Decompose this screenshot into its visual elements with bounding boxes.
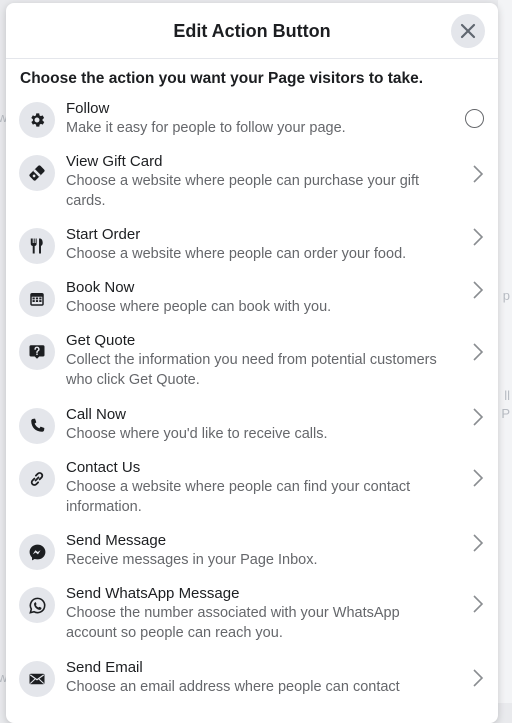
action-list: Follow Make it easy for people to follow… — [6, 99, 498, 711]
action-description: Choose where you'd like to receive calls… — [66, 426, 328, 442]
action-icon-wrap — [19, 281, 55, 317]
envelope-icon — [29, 673, 45, 685]
action-label: Get Quote — [66, 332, 136, 349]
action-icon-wrap — [19, 408, 55, 444]
action-text: View Gift Card Choose a website where pe… — [66, 152, 484, 211]
action-description: Receive messages in your Page Inbox. — [66, 552, 318, 568]
action-label: Send Message — [66, 532, 167, 549]
action-text: Send Message Receive messages in your Pa… — [66, 531, 484, 570]
background-fragment: p — [502, 288, 510, 303]
action-label: Book Now — [66, 279, 135, 296]
action-label: Send Email — [66, 659, 143, 676]
gear-icon — [31, 113, 45, 127]
action-icon-wrap — [19, 461, 55, 497]
action-label: View Gift Card — [66, 153, 163, 170]
action-text: Send Email Choose an email address where… — [66, 658, 484, 697]
calendar-icon — [30, 293, 44, 306]
action-icon-wrap — [19, 334, 55, 370]
follow-radio[interactable] — [465, 109, 484, 128]
action-text: Book Now Choose where people can book wi… — [66, 278, 484, 317]
close-button[interactable] — [451, 14, 485, 48]
whatsapp-icon — [28, 597, 45, 614]
chevron-right-icon — [473, 228, 484, 246]
action-label: Follow — [66, 100, 110, 117]
chevron-right-icon — [473, 281, 484, 299]
edit-action-button-dialog: Edit Action Button Choose the action you… — [6, 3, 498, 723]
action-description: Choose a website where people can purcha… — [66, 173, 420, 209]
action-icon-wrap — [19, 102, 55, 138]
action-description: Make it easy for people to follow your p… — [66, 120, 346, 136]
action-icon-wrap — [19, 228, 55, 264]
question-bubble-icon — [29, 345, 45, 359]
chevron-right-icon — [473, 165, 484, 183]
action-item-book-now[interactable]: Book Now Choose where people can book wi… — [19, 278, 484, 331]
messenger-icon — [29, 544, 45, 560]
action-item-follow[interactable]: Follow Make it easy for people to follow… — [19, 99, 484, 152]
action-description: Choose a website where people can order … — [66, 246, 407, 262]
action-description: Collect the information you need from po… — [66, 352, 437, 388]
action-text: Get Quote Collect the information you ne… — [66, 331, 484, 390]
dialog-subtitle: Choose the action you want your Page vis… — [20, 70, 424, 87]
link-icon — [30, 472, 44, 486]
action-text: Call Now Choose where you'd like to rece… — [66, 405, 484, 444]
action-item-start-order[interactable]: Start Order Choose a website where peopl… — [19, 225, 484, 278]
action-text: Send WhatsApp Message Choose the number … — [66, 584, 484, 643]
action-description: Choose the number associated with your W… — [66, 605, 400, 641]
action-text: Start Order Choose a website where peopl… — [66, 225, 484, 264]
chevron-right-icon — [473, 534, 484, 552]
action-description: Choose where people can book with you. — [66, 299, 332, 315]
action-item-view-gift-card[interactable]: View Gift Card Choose a website where pe… — [19, 152, 484, 225]
background-page-right — [498, 0, 512, 703]
action-icon-wrap — [19, 587, 55, 623]
chevron-right-icon — [473, 669, 484, 687]
chevron-right-icon — [473, 595, 484, 613]
action-label: Call Now — [66, 406, 127, 423]
background-fragment: ll — [504, 388, 510, 403]
action-item-get-quote[interactable]: Get Quote Collect the information you ne… — [19, 331, 484, 405]
action-icon-wrap — [19, 155, 55, 191]
action-item-call-now[interactable]: Call Now Choose where you'd like to rece… — [19, 405, 484, 458]
dialog-title: Edit Action Button — [173, 21, 331, 41]
action-item-send-whatsapp-message[interactable]: Send WhatsApp Message Choose the number … — [19, 584, 484, 658]
action-icon-wrap — [19, 661, 55, 697]
action-description: Choose a website where people can find y… — [66, 479, 411, 515]
background-fragment: P — [501, 406, 510, 421]
action-item-send-email[interactable]: Send Email Choose an email address where… — [19, 658, 484, 711]
action-label: Start Order — [66, 226, 141, 243]
chevron-right-icon — [473, 469, 484, 487]
action-item-contact-us[interactable]: Contact Us Choose a website where people… — [19, 458, 484, 531]
action-text: Follow Make it easy for people to follow… — [66, 99, 484, 138]
action-icon-wrap — [19, 534, 55, 570]
action-label: Contact Us — [66, 459, 141, 476]
chevron-right-icon — [473, 408, 484, 426]
action-text: Contact Us Choose a website where people… — [66, 458, 484, 517]
action-item-send-message[interactable]: Send Message Receive messages in your Pa… — [19, 531, 484, 584]
dialog-header: Edit Action Button — [6, 3, 498, 59]
phone-icon — [31, 418, 45, 432]
action-description: Choose an email address where people can… — [66, 679, 400, 695]
chevron-right-icon — [473, 343, 484, 361]
gift-card-icon — [29, 165, 45, 181]
close-icon — [460, 23, 476, 39]
fork-knife-icon — [30, 238, 43, 254]
action-label: Send WhatsApp Message — [66, 585, 240, 602]
